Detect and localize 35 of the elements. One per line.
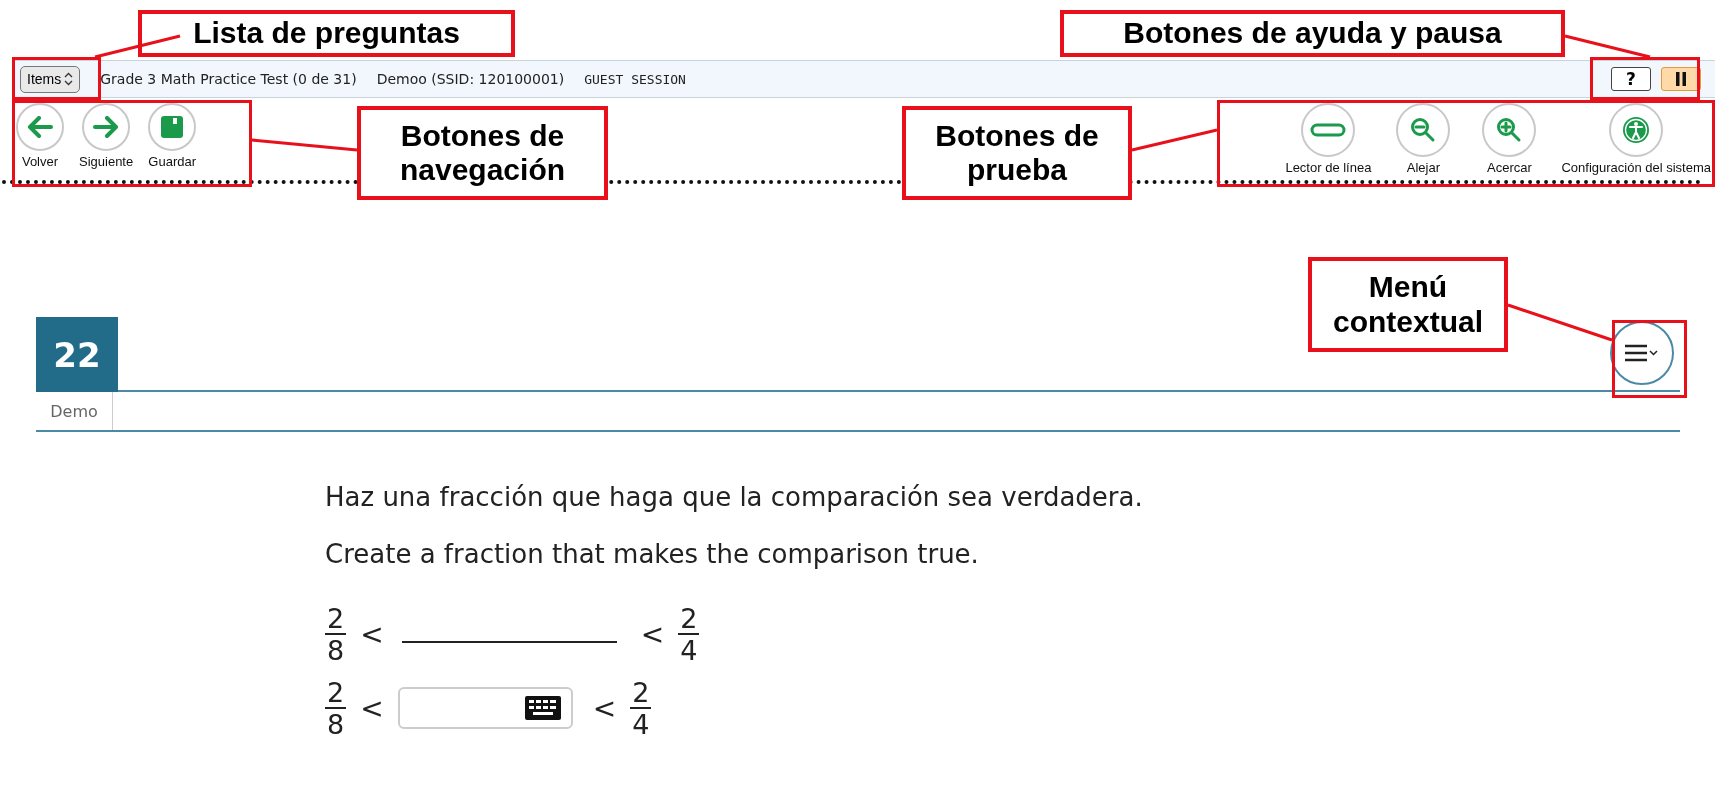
line-reader-icon bbox=[1310, 123, 1347, 137]
right-arrow-icon bbox=[93, 116, 120, 138]
pause-button[interactable] bbox=[1661, 67, 1701, 91]
answer-field[interactable] bbox=[397, 687, 573, 729]
updown-icon bbox=[64, 72, 74, 86]
question-prompt: Create a fraction that makes the comparison true. bbox=[325, 539, 980, 569]
fraction: 2 8 bbox=[325, 678, 347, 738]
callout-label: Botones de prueba bbox=[902, 106, 1132, 200]
session-label: GUEST SESSION bbox=[584, 71, 686, 87]
callout-label: Menú contextual bbox=[1308, 257, 1508, 352]
callout-label: Lista de preguntas bbox=[138, 10, 515, 57]
less-than-sign: < bbox=[592, 691, 617, 725]
student-info: Demoo (SSID: 120100001) bbox=[376, 71, 565, 87]
tool-button[interactable]: Configuración del sistema bbox=[1561, 103, 1711, 180]
items-dropdown[interactable]: Items bbox=[20, 65, 81, 93]
less-than-sign: < bbox=[360, 691, 384, 725]
zoom-out-icon bbox=[1410, 117, 1437, 143]
fraction: 2 4 bbox=[630, 678, 652, 738]
pause-icon bbox=[1675, 72, 1687, 86]
question-tag: Demo bbox=[36, 392, 113, 430]
question-prompt: Haz una fracción que haga que la comparación sea verdadera. bbox=[325, 482, 1144, 512]
less-than-sign: < bbox=[640, 617, 665, 651]
keyboard-icon bbox=[524, 696, 561, 720]
fraction: 2 8 bbox=[325, 604, 347, 664]
fraction: 2 4 bbox=[678, 604, 700, 664]
question-number: 22 bbox=[36, 317, 118, 392]
zoom-in-icon bbox=[1496, 117, 1523, 143]
tool-button[interactable]: Lector de línea bbox=[1285, 103, 1372, 180]
left-arrow-icon bbox=[27, 116, 53, 138]
test-title: Grade 3 Math Practice Test (0 de 31) bbox=[100, 71, 357, 87]
callout-label: Botones de ayuda y pausa bbox=[1060, 10, 1565, 57]
less-than-sign: < bbox=[360, 617, 384, 651]
help-button[interactable]: ? bbox=[1611, 67, 1651, 91]
accessibility-icon bbox=[1622, 116, 1651, 144]
callout-label: Botones de navegación bbox=[357, 106, 608, 200]
